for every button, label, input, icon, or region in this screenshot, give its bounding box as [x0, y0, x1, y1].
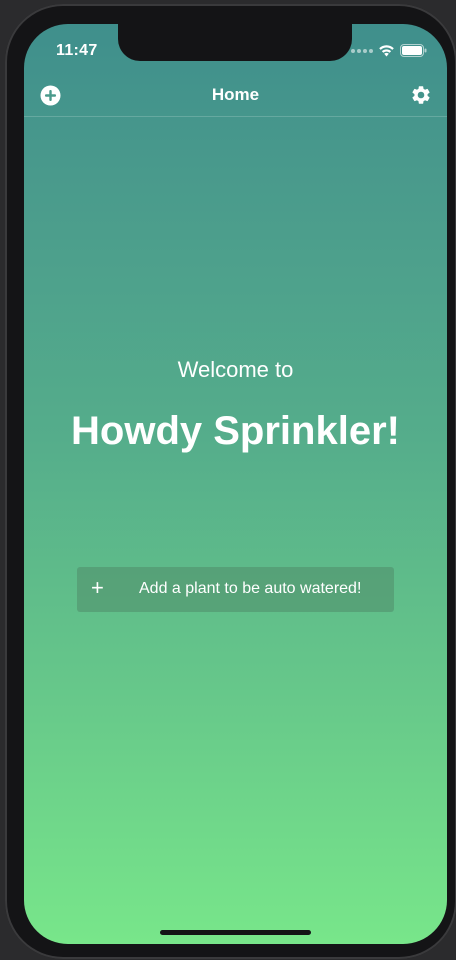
status-time: 11:47: [56, 42, 98, 59]
app-headline: Howdy Sprinkler!: [71, 409, 400, 453]
add-plant-button[interactable]: + Add a plant to be auto watered!: [77, 567, 394, 612]
add-plant-label: Add a plant to be auto watered!: [139, 580, 362, 597]
gear-icon[interactable]: [410, 84, 432, 106]
welcome-text: Welcome to: [177, 357, 294, 382]
status-icons: [351, 44, 427, 57]
device-notch: [118, 24, 352, 61]
phone-frame: 11:47 Home Welcome to Howdy Sprinkler! +…: [5, 4, 456, 959]
navigation-bar: Home: [24, 76, 447, 117]
battery-icon: [400, 44, 427, 57]
screenshot-canvas: 11:47 Home Welcome to Howdy Sprinkler! +…: [0, 0, 456, 960]
page-title: Home: [211, 85, 260, 104]
plus-icon: +: [91, 575, 104, 600]
home-indicator[interactable]: [160, 930, 311, 935]
wifi-icon: [379, 45, 394, 57]
app-screen: 11:47 Home Welcome to Howdy Sprinkler! +…: [24, 24, 447, 944]
signal-dots-icon: [351, 48, 373, 53]
